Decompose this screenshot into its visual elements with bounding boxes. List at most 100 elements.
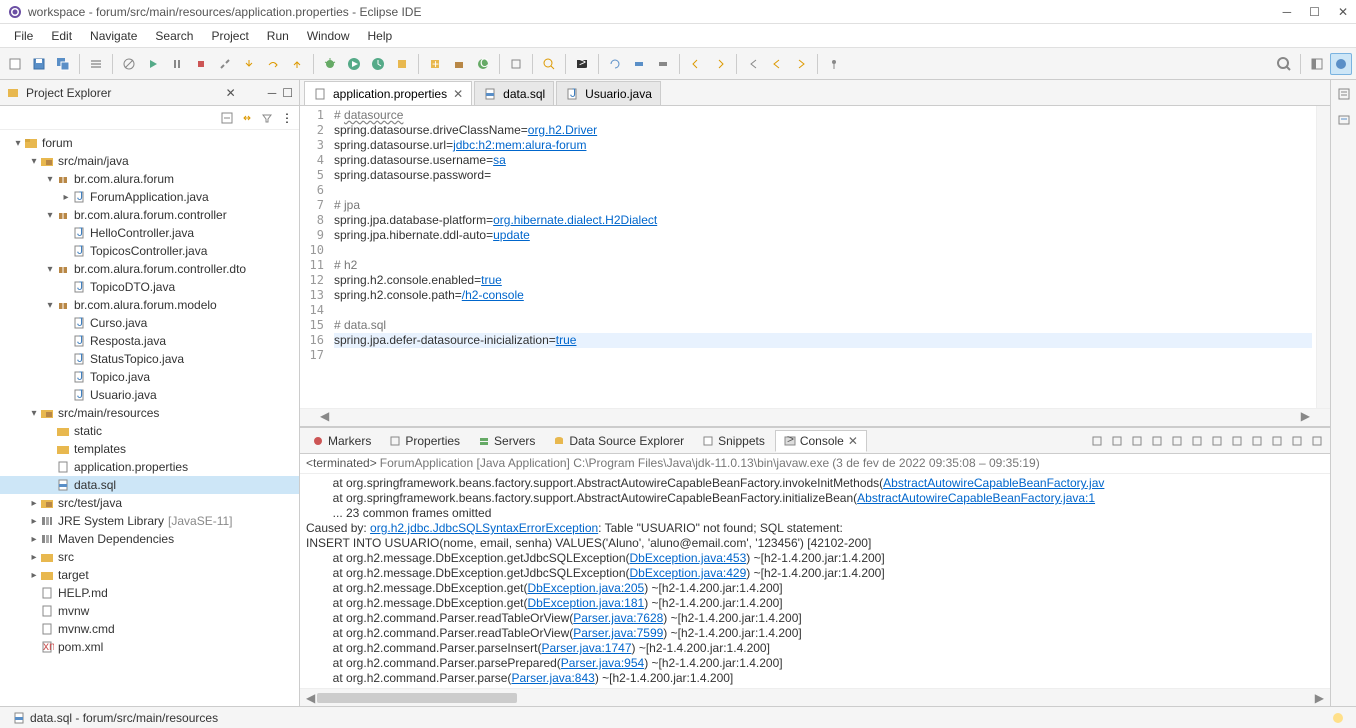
tree-node-pom-xml[interactable]: xmlpom.xml xyxy=(0,638,299,656)
code-line-3[interactable]: spring.datasourse.url=jdbc:h2:mem:alura-… xyxy=(334,138,1312,153)
tree-node-br-com-alura-forum[interactable]: ▾br.com.alura.forum xyxy=(0,170,299,188)
relaunch-button[interactable] xyxy=(604,53,626,75)
scroll-lock-button[interactable] xyxy=(1168,432,1186,450)
tree-node-templates[interactable]: templates xyxy=(0,440,299,458)
editor-scrollbar[interactable]: ◀ ▶ xyxy=(300,408,1330,426)
tree-node-mvnw[interactable]: mvnw xyxy=(0,602,299,620)
java-ee-perspective-button[interactable] xyxy=(1330,53,1352,75)
maximize-button[interactable]: ☐ xyxy=(1309,5,1320,19)
open-console-button[interactable] xyxy=(1248,432,1266,450)
stack-trace-link[interactable]: DbException.java:453 xyxy=(630,551,747,565)
pin-editor-button[interactable] xyxy=(823,53,845,75)
tree-node-src-test-java[interactable]: ▸src/test/java xyxy=(0,494,299,512)
bottom-tab-close-button[interactable]: ✕ xyxy=(848,434,858,448)
console-output[interactable]: at org.springframework.beans.factory.sup… xyxy=(300,474,1330,688)
previous-annotation-button[interactable] xyxy=(685,53,707,75)
menu-help[interactable]: Help xyxy=(360,27,401,45)
open-perspective-button[interactable] xyxy=(1306,53,1328,75)
editor-content[interactable]: 1 2 3 4 5 6 7 8 9 10 11 12 13 14 15 16 1… xyxy=(300,106,1330,408)
outline-view-button[interactable] xyxy=(1334,84,1354,104)
bottom-tab-properties[interactable]: Properties xyxy=(381,430,468,452)
code-line-16[interactable]: spring.jpa.defer-datasource-inicializati… xyxy=(334,333,1312,348)
code-line-11[interactable]: # h2 xyxy=(334,258,1312,273)
code-line-1[interactable]: # datasource xyxy=(334,108,1312,123)
tree-node-curso-java[interactable]: JCurso.java xyxy=(0,314,299,332)
open-type-button[interactable] xyxy=(505,53,527,75)
tree-node-statustopico-java[interactable]: JStatusTopico.java xyxy=(0,350,299,368)
new-java-project-button[interactable]: + xyxy=(424,53,446,75)
close-view-button[interactable]: ✕ xyxy=(226,86,236,100)
expand-arrow[interactable]: ▸ xyxy=(28,552,40,563)
bottom-tab-data-source-explorer[interactable]: Data Source Explorer xyxy=(545,430,692,452)
suspend-button[interactable] xyxy=(166,53,188,75)
maximize-console-button[interactable] xyxy=(1308,432,1326,450)
display-console-button[interactable] xyxy=(1228,432,1246,450)
editor-tab-usuario-java[interactable]: JUsuario.java xyxy=(556,81,661,105)
tree-node-resposta-java[interactable]: JResposta.java xyxy=(0,332,299,350)
stack-trace-link[interactable]: AbstractAutowireCapableBeanFactory.java:… xyxy=(857,491,1095,505)
new-package-button[interactable] xyxy=(448,53,470,75)
code-line-7[interactable]: # jpa xyxy=(334,198,1312,213)
step-over-button[interactable] xyxy=(262,53,284,75)
menu-window[interactable]: Window xyxy=(299,27,358,45)
stack-trace-link[interactable]: Parser.java:7599 xyxy=(573,626,663,640)
menu-run[interactable]: Run xyxy=(259,27,297,45)
terminal-button[interactable]: >_ xyxy=(571,53,593,75)
expand-arrow[interactable]: ▾ xyxy=(44,300,56,311)
tree-node-topico-java[interactable]: JTopico.java xyxy=(0,368,299,386)
next-annotation-button[interactable] xyxy=(709,53,731,75)
stack-trace-link[interactable]: Parser.java:1747 xyxy=(541,641,631,655)
collapse-all-button[interactable] xyxy=(221,112,233,124)
run-last-button[interactable] xyxy=(391,53,413,75)
expand-arrow[interactable]: ▸ xyxy=(28,534,40,545)
expand-arrow[interactable]: ▾ xyxy=(44,264,56,275)
menu-navigate[interactable]: Navigate xyxy=(82,27,145,45)
disconnect-icon[interactable] xyxy=(214,53,236,75)
word-wrap-button[interactable] xyxy=(1188,432,1206,450)
expand-arrow[interactable]: ▸ xyxy=(60,192,72,203)
expand-arrow[interactable]: ▸ xyxy=(28,498,40,509)
code-line-5[interactable]: spring.datasourse.password= xyxy=(334,168,1312,183)
expand-arrow[interactable]: ▸ xyxy=(28,516,40,527)
view-menu-button[interactable]: ⋮ xyxy=(281,111,293,125)
stack-trace-link[interactable]: Parser.java:954 xyxy=(561,656,644,670)
tree-node-data-sql[interactable]: data.sql xyxy=(0,476,299,494)
close-button[interactable]: ✕ xyxy=(1338,5,1348,19)
editor-tab-data-sql[interactable]: data.sql xyxy=(474,81,554,105)
start-server-button[interactable] xyxy=(628,53,650,75)
tree-node-mvnw-cmd[interactable]: mvnw.cmd xyxy=(0,620,299,638)
save-button[interactable] xyxy=(28,53,50,75)
last-edit-button[interactable] xyxy=(742,53,764,75)
maximize-view-button[interactable]: ☐ xyxy=(282,86,293,100)
tree-node-application-properties[interactable]: application.properties xyxy=(0,458,299,476)
step-into-button[interactable] xyxy=(238,53,260,75)
code-line-17[interactable] xyxy=(334,348,1312,363)
terminate-button[interactable] xyxy=(190,53,212,75)
tree-node-src-main-resources[interactable]: ▾src/main/resources xyxy=(0,404,299,422)
stop-server-button[interactable] xyxy=(652,53,674,75)
tree-node-br-com-alura-forum-controller-dto[interactable]: ▾br.com.alura.forum.controller.dto xyxy=(0,260,299,278)
new-console-view-button[interactable] xyxy=(1268,432,1286,450)
expand-arrow[interactable]: ▾ xyxy=(12,138,24,149)
expand-arrow[interactable]: ▸ xyxy=(28,570,40,581)
menu-file[interactable]: File xyxy=(6,27,41,45)
tip-icon[interactable] xyxy=(1332,712,1344,724)
console-scrollbar[interactable]: ◀ ▶ xyxy=(300,688,1330,706)
skip-breakpoints-button[interactable] xyxy=(118,53,140,75)
code-line-12[interactable]: spring.h2.console.enabled=true xyxy=(334,273,1312,288)
code-line-9[interactable]: spring.jpa.hibernate.ddl-auto=update xyxy=(334,228,1312,243)
code-line-4[interactable]: spring.datasourse.username=sa xyxy=(334,153,1312,168)
menu-project[interactable]: Project xyxy=(203,27,256,45)
expand-arrow[interactable]: ▾ xyxy=(28,408,40,419)
toggle-breadcrumb-button[interactable] xyxy=(85,53,107,75)
code-line-6[interactable] xyxy=(334,183,1312,198)
tree-node-help-md[interactable]: HELP.md xyxy=(0,584,299,602)
tab-close-button[interactable]: ✕ xyxy=(453,87,463,101)
minimize-view-button[interactable]: ─ xyxy=(268,86,277,100)
stack-trace-link[interactable]: org.h2.jdbc.JdbcSQLSyntaxErrorException xyxy=(370,521,598,535)
tree-node-topicodto-java[interactable]: JTopicoDTO.java xyxy=(0,278,299,296)
tree-node-target[interactable]: ▸target xyxy=(0,566,299,584)
expand-arrow[interactable]: ▾ xyxy=(28,156,40,167)
tree-node-hellocontroller-java[interactable]: JHelloController.java xyxy=(0,224,299,242)
code-line-13[interactable]: spring.h2.console.path=/h2-console xyxy=(334,288,1312,303)
